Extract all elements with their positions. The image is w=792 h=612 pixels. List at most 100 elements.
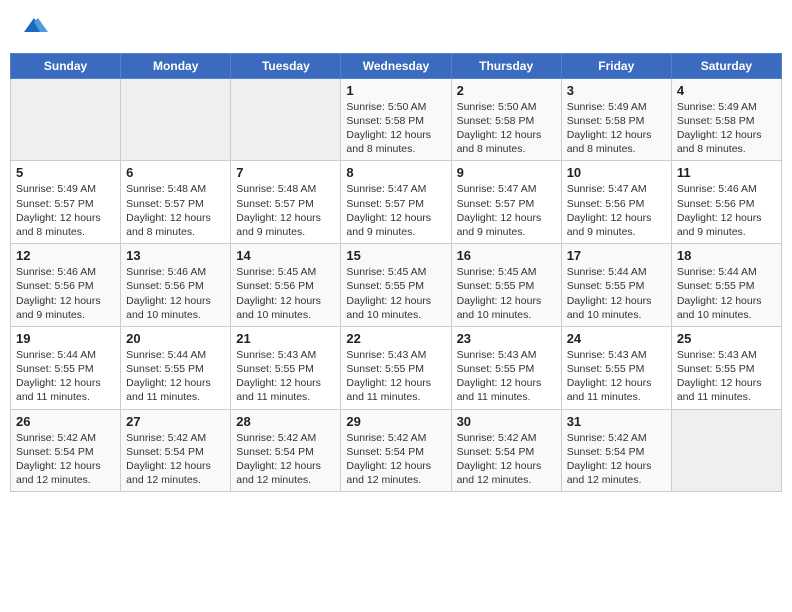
calendar-cell: 27 Sunrise: 5:42 AM Sunset: 5:54 PM Dayli… [121, 409, 231, 492]
day-number: 11 [677, 165, 776, 180]
day-info: Sunrise: 5:49 AM Sunset: 5:58 PM Dayligh… [567, 100, 666, 157]
calendar-cell: 9 Sunrise: 5:47 AM Sunset: 5:57 PM Daylig… [451, 161, 561, 244]
day-number: 3 [567, 83, 666, 98]
day-number: 26 [16, 414, 115, 429]
day-info: Sunrise: 5:47 AM Sunset: 5:57 PM Dayligh… [457, 182, 556, 239]
calendar-cell: 3 Sunrise: 5:49 AM Sunset: 5:58 PM Daylig… [561, 78, 671, 161]
day-number: 30 [457, 414, 556, 429]
day-info: Sunrise: 5:42 AM Sunset: 5:54 PM Dayligh… [126, 431, 225, 488]
logo-icon [20, 14, 48, 36]
day-info: Sunrise: 5:45 AM Sunset: 5:55 PM Dayligh… [346, 265, 445, 322]
calendar-cell: 4 Sunrise: 5:49 AM Sunset: 5:58 PM Daylig… [671, 78, 781, 161]
day-number: 29 [346, 414, 445, 429]
day-info: Sunrise: 5:45 AM Sunset: 5:55 PM Dayligh… [457, 265, 556, 322]
day-number: 19 [16, 331, 115, 346]
day-info: Sunrise: 5:43 AM Sunset: 5:55 PM Dayligh… [346, 348, 445, 405]
weekday-header-monday: Monday [121, 53, 231, 78]
day-info: Sunrise: 5:45 AM Sunset: 5:56 PM Dayligh… [236, 265, 335, 322]
day-number: 2 [457, 83, 556, 98]
day-number: 21 [236, 331, 335, 346]
day-info: Sunrise: 5:42 AM Sunset: 5:54 PM Dayligh… [16, 431, 115, 488]
day-number: 12 [16, 248, 115, 263]
day-number: 27 [126, 414, 225, 429]
day-number: 8 [346, 165, 445, 180]
calendar-cell [11, 78, 121, 161]
day-info: Sunrise: 5:42 AM Sunset: 5:54 PM Dayligh… [346, 431, 445, 488]
calendar-cell: 17 Sunrise: 5:44 AM Sunset: 5:55 PM Dayli… [561, 244, 671, 327]
day-info: Sunrise: 5:42 AM Sunset: 5:54 PM Dayligh… [236, 431, 335, 488]
day-number: 14 [236, 248, 335, 263]
day-info: Sunrise: 5:47 AM Sunset: 5:57 PM Dayligh… [346, 182, 445, 239]
day-number: 1 [346, 83, 445, 98]
calendar-cell: 10 Sunrise: 5:47 AM Sunset: 5:56 PM Dayli… [561, 161, 671, 244]
day-number: 18 [677, 248, 776, 263]
day-info: Sunrise: 5:50 AM Sunset: 5:58 PM Dayligh… [457, 100, 556, 157]
day-number: 15 [346, 248, 445, 263]
calendar-cell: 25Sunrise: 5:43 AM Sunset: 5:55 PM Dayli… [671, 326, 781, 409]
day-number: 10 [567, 165, 666, 180]
day-number: 6 [126, 165, 225, 180]
weekday-header-thursday: Thursday [451, 53, 561, 78]
day-info: Sunrise: 5:44 AM Sunset: 5:55 PM Dayligh… [567, 265, 666, 322]
day-info: Sunrise: 5:42 AM Sunset: 5:54 PM Dayligh… [567, 431, 666, 488]
calendar-cell: 2 Sunrise: 5:50 AM Sunset: 5:58 PM Daylig… [451, 78, 561, 161]
day-info: Sunrise: 5:44 AM Sunset: 5:55 PM Dayligh… [677, 265, 776, 322]
day-number: 31 [567, 414, 666, 429]
day-info: Sunrise: 5:49 AM Sunset: 5:57 PM Dayligh… [16, 182, 115, 239]
day-info: Sunrise: 5:46 AM Sunset: 5:56 PM Dayligh… [16, 265, 115, 322]
calendar-cell: 29 Sunrise: 5:42 AM Sunset: 5:54 PM Dayli… [341, 409, 451, 492]
weekday-header-friday: Friday [561, 53, 671, 78]
calendar-cell: 13 Sunrise: 5:46 AM Sunset: 5:56 PM Dayli… [121, 244, 231, 327]
day-info: Sunrise: 5:46 AM Sunset: 5:56 PM Dayligh… [126, 265, 225, 322]
day-number: 20 [126, 331, 225, 346]
calendar-cell: 1Sunrise: 5:50 AM Sunset: 5:58 PM Daylig… [341, 78, 451, 161]
calendar-cell [231, 78, 341, 161]
day-info: Sunrise: 5:48 AM Sunset: 5:57 PM Dayligh… [126, 182, 225, 239]
calendar-cell: 21 Sunrise: 5:43 AM Sunset: 5:55 PM Dayli… [231, 326, 341, 409]
calendar-cell: 30 Sunrise: 5:42 AM Sunset: 5:54 PM Dayli… [451, 409, 561, 492]
day-info: Sunrise: 5:49 AM Sunset: 5:58 PM Dayligh… [677, 100, 776, 157]
day-number: 9 [457, 165, 556, 180]
calendar-cell: 14 Sunrise: 5:45 AM Sunset: 5:56 PM Dayli… [231, 244, 341, 327]
day-number: 22 [346, 331, 445, 346]
day-info: Sunrise: 5:44 AM Sunset: 5:55 PM Dayligh… [16, 348, 115, 405]
day-info: Sunrise: 5:42 AM Sunset: 5:54 PM Dayligh… [457, 431, 556, 488]
day-number: 7 [236, 165, 335, 180]
calendar-cell: 7 Sunrise: 5:48 AM Sunset: 5:57 PM Daylig… [231, 161, 341, 244]
calendar-cell: 8 Sunrise: 5:47 AM Sunset: 5:57 PM Daylig… [341, 161, 451, 244]
calendar-cell [671, 409, 781, 492]
day-number: 23 [457, 331, 556, 346]
calendar-cell: 20 Sunrise: 5:44 AM Sunset: 5:55 PM Dayli… [121, 326, 231, 409]
day-info: Sunrise: 5:43 AM Sunset: 5:55 PM Dayligh… [236, 348, 335, 405]
calendar-cell: 31 Sunrise: 5:42 AM Sunset: 5:54 PM Dayli… [561, 409, 671, 492]
page-header [10, 10, 782, 45]
calendar-cell: 5 Sunrise: 5:49 AM Sunset: 5:57 PM Daylig… [11, 161, 121, 244]
calendar-cell: 18 Sunrise: 5:44 AM Sunset: 5:55 PM Dayli… [671, 244, 781, 327]
logo [18, 14, 48, 41]
calendar-cell: 15 Sunrise: 5:45 AM Sunset: 5:55 PM Dayli… [341, 244, 451, 327]
day-info: Sunrise: 5:43 AM Sunset: 5:55 PM Dayligh… [457, 348, 556, 405]
calendar-table: SundayMondayTuesdayWednesdayThursdayFrid… [10, 53, 782, 492]
calendar-cell: 23 Sunrise: 5:43 AM Sunset: 5:55 PM Dayli… [451, 326, 561, 409]
day-number: 5 [16, 165, 115, 180]
calendar-cell: 12 Sunrise: 5:46 AM Sunset: 5:56 PM Dayli… [11, 244, 121, 327]
day-info: Sunrise: 5:46 AM Sunset: 5:56 PM Dayligh… [677, 182, 776, 239]
calendar-cell: 16 Sunrise: 5:45 AM Sunset: 5:55 PM Dayli… [451, 244, 561, 327]
calendar-cell: 11 Sunrise: 5:46 AM Sunset: 5:56 PM Dayli… [671, 161, 781, 244]
weekday-header-wednesday: Wednesday [341, 53, 451, 78]
weekday-header-sunday: Sunday [11, 53, 121, 78]
day-number: 16 [457, 248, 556, 263]
calendar-cell: 24Sunrise: 5:43 AM Sunset: 5:55 PM Dayli… [561, 326, 671, 409]
day-info: Sunrise: 5:47 AM Sunset: 5:56 PM Dayligh… [567, 182, 666, 239]
calendar-cell [121, 78, 231, 161]
day-number: 4 [677, 83, 776, 98]
day-number: 24 [567, 331, 666, 346]
day-number: 13 [126, 248, 225, 263]
calendar-cell: 28Sunrise: 5:42 AM Sunset: 5:54 PM Dayli… [231, 409, 341, 492]
day-number: 17 [567, 248, 666, 263]
day-info: Sunrise: 5:44 AM Sunset: 5:55 PM Dayligh… [126, 348, 225, 405]
calendar-cell: 19 Sunrise: 5:44 AM Sunset: 5:55 PM Dayli… [11, 326, 121, 409]
day-number: 25 [677, 331, 776, 346]
calendar-cell: 6 Sunrise: 5:48 AM Sunset: 5:57 PM Daylig… [121, 161, 231, 244]
day-info: Sunrise: 5:48 AM Sunset: 5:57 PM Dayligh… [236, 182, 335, 239]
